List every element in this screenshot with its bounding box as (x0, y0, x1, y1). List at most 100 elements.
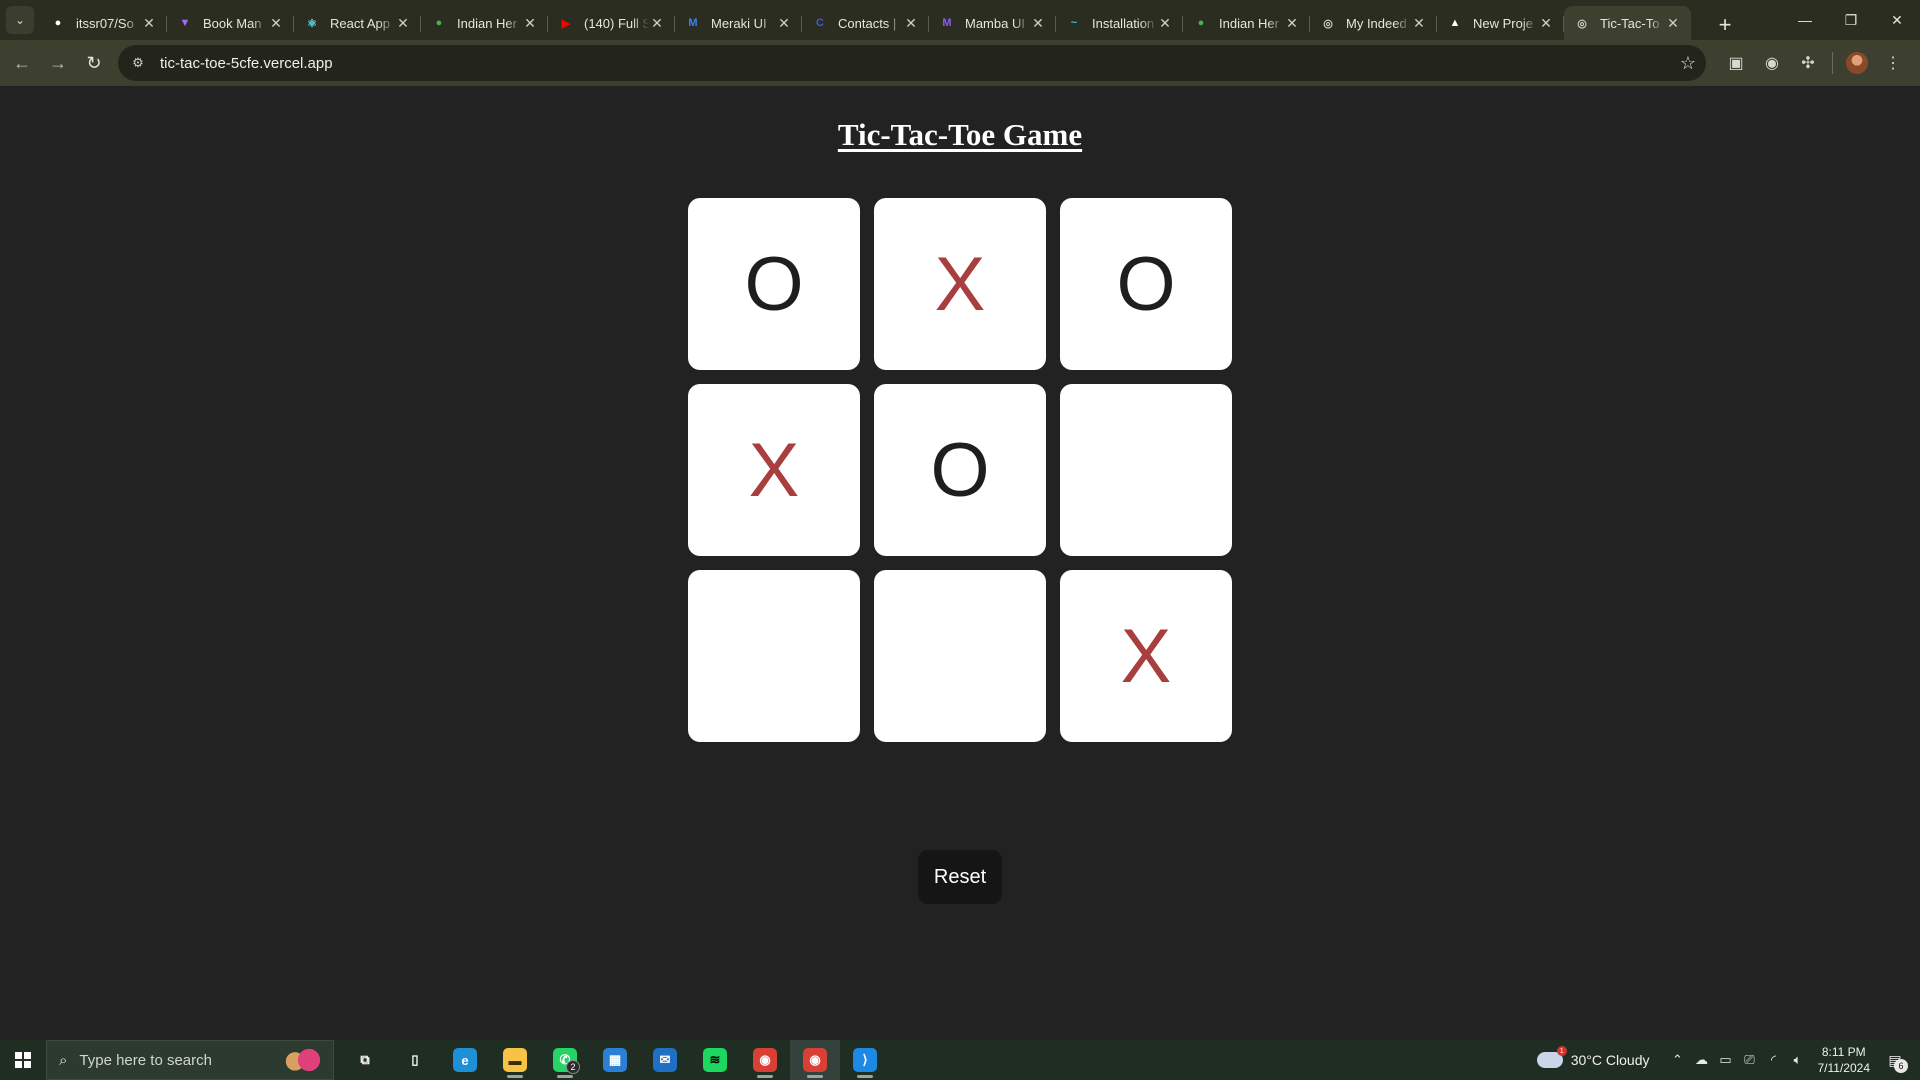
browser-tab[interactable]: ● itssr07/So ✕ (40, 6, 167, 40)
notification-center-icon[interactable]: ▤ 6 (1880, 1045, 1910, 1075)
browser-tab[interactable]: ◎ My Indeed ✕ (1310, 6, 1437, 40)
taskbar-app[interactable]: ≋ (690, 1040, 740, 1080)
browser-tab[interactable]: ● Indian Her ✕ (1183, 6, 1310, 40)
browser-tab[interactable]: ● Indian Her ✕ (421, 6, 548, 40)
taskbar-app[interactable]: ▦ (590, 1040, 640, 1080)
tab-title: Installation (1092, 15, 1155, 31)
taskbar-app[interactable]: ◉ (740, 1040, 790, 1080)
github-icon: ● (54, 17, 62, 29)
onedrive-cloud-icon[interactable]: ☁ (1690, 1052, 1714, 1068)
clock-time: 8:11 PM (1821, 1045, 1866, 1059)
windows-logo-icon (15, 1052, 31, 1068)
browser-tab[interactable]: ▲ New Proje ✕ (1437, 6, 1564, 40)
tab-close-icon[interactable]: ✕ (141, 15, 157, 32)
extension-circle-icon[interactable]: ◉ (1754, 45, 1790, 81)
tab-search-dropdown-icon[interactable]: ⌄ (6, 6, 34, 34)
windows-taskbar: ⌕ Type here to search ⧉ ▯ e ▬ ✆ 2 ▦ ✉ ≋ ◉ ◉ ⟩ 1 30°… (0, 1040, 1920, 1080)
new-tab-button[interactable]: + (1710, 10, 1740, 40)
taskbar-app[interactable]: ◉ (790, 1040, 840, 1080)
taskbar-search-box[interactable]: ⌕ Type here to search (46, 1040, 334, 1080)
board-cell[interactable] (688, 570, 860, 742)
browser-tab[interactable]: C Contacts | ✕ (802, 6, 929, 40)
board-cell[interactable]: X (1060, 570, 1232, 742)
browser-tab[interactable]: ▶ (140) Full S ✕ (548, 6, 675, 40)
reload-icon[interactable]: ↻ (76, 45, 112, 81)
site-info-icon[interactable]: ⚙ (128, 53, 148, 73)
notification-count: 6 (1894, 1059, 1908, 1073)
extension-square-icon[interactable]: ▣ (1718, 45, 1754, 81)
search-placeholder: Type here to search (79, 1051, 212, 1069)
reset-button[interactable]: Reset (918, 850, 1002, 904)
board-cell[interactable]: O (688, 198, 860, 370)
weather-widget[interactable]: 1 30°C Cloudy (1536, 1046, 1650, 1068)
board-cell[interactable]: O (1060, 198, 1232, 370)
globe-icon: ◎ (1323, 17, 1333, 30)
edge-icon: e (453, 1048, 477, 1072)
taskbar-app[interactable]: ✆ 2 (540, 1040, 590, 1080)
clock[interactable]: 8:11 PM 7/11/2024 (1818, 1044, 1871, 1076)
browser-tab[interactable]: ~ Installation ✕ (1056, 6, 1183, 40)
tab-title: My Indeed (1346, 15, 1407, 31)
tab-title: (140) Full S (584, 15, 649, 31)
browser-tab[interactable]: M Mamba UI ✕ (929, 6, 1056, 40)
board-cell[interactable]: X (874, 198, 1046, 370)
browser-tab[interactable]: ◎ Tic-Tac-To ✕ (1564, 6, 1691, 40)
show-hidden-icons-chevron-icon[interactable]: ⌃ (1666, 1052, 1690, 1068)
file-explorer-icon: ▬ (503, 1048, 527, 1072)
board-cell[interactable]: O (874, 384, 1046, 556)
forward-arrow-icon[interactable]: → (40, 45, 76, 81)
url-text[interactable]: tic-tac-toe-5cfe.vercel.app (160, 55, 1680, 72)
taskbar-app[interactable]: ⟩ (840, 1040, 890, 1080)
restore-icon[interactable]: ❐ (1828, 0, 1874, 40)
profile-avatar[interactable] (1839, 45, 1875, 81)
tab-close-icon[interactable]: ✕ (1030, 15, 1046, 32)
browser-tab-bar: ⌄ ● itssr07/So ✕ ▼ Book Man ✕ ⚛ React App ✕ ● Indi… (0, 0, 1920, 40)
bookmark-star-icon[interactable]: ☆ (1680, 53, 1696, 74)
meet-now-icon[interactable]: ⎚ (1738, 1052, 1762, 1068)
tab-close-icon[interactable]: ✕ (1538, 15, 1554, 32)
cloud-icon: 1 (1536, 1046, 1567, 1068)
system-tray: 1 30°C Cloudy ⌃ ☁ ▭ ⎚ ◜ 🔈︎ 8:11 PM 7/11/… (1536, 1044, 1920, 1076)
browser-tab[interactable]: ⚛ React App ✕ (294, 6, 421, 40)
start-button[interactable] (0, 1040, 46, 1080)
game-board: OXOXOX (688, 198, 1232, 742)
tab-close-icon[interactable]: ✕ (1411, 15, 1427, 32)
globe-icon: ● (1197, 17, 1205, 29)
tab-close-icon[interactable]: ✕ (1284, 15, 1300, 32)
tab-close-icon[interactable]: ✕ (268, 15, 284, 32)
tab-close-icon[interactable]: ✕ (1665, 15, 1681, 32)
address-bar[interactable]: ⚙ tic-tac-toe-5cfe.vercel.app ☆ (118, 45, 1706, 81)
board-cell[interactable] (874, 570, 1046, 742)
meraki-icon: M (688, 17, 698, 29)
tab-close-icon[interactable]: ✕ (1157, 15, 1173, 32)
pinned-apps: ⧉ ▯ e ▬ ✆ 2 ▦ ✉ ≋ ◉ ◉ ⟩ (340, 1040, 890, 1080)
taskbar-app[interactable]: ⧉ (340, 1040, 390, 1080)
tab-close-icon[interactable]: ✕ (776, 15, 792, 32)
tab-close-icon[interactable]: ✕ (903, 15, 919, 32)
tab-close-icon[interactable]: ✕ (649, 15, 665, 32)
tab-title: Book Man (203, 15, 262, 31)
browser-tab[interactable]: ▼ Book Man ✕ (167, 6, 294, 40)
taskbar-app[interactable]: ▯ (390, 1040, 440, 1080)
minimize-icon[interactable]: — (1782, 0, 1828, 40)
extensions-puzzle-icon[interactable]: ✣ (1790, 45, 1826, 81)
tab-title: Contacts | (838, 15, 897, 31)
tailwind-icon: ~ (1070, 17, 1078, 29)
taskbar-app[interactable]: ▬ (490, 1040, 540, 1080)
board-cell[interactable] (1060, 384, 1232, 556)
youtube-icon: ▶ (561, 17, 571, 30)
tab-title: React App (330, 15, 390, 31)
taskbar-app[interactable]: e (440, 1040, 490, 1080)
taskbar-app[interactable]: ✉ (640, 1040, 690, 1080)
browser-tab[interactable]: M Meraki UI ✕ (675, 6, 802, 40)
tab-close-icon[interactable]: ✕ (522, 15, 538, 32)
battery-icon[interactable]: ▭ (1714, 1052, 1738, 1068)
app-badge: 2 (566, 1060, 580, 1074)
volume-icon[interactable]: 🔈︎ (1786, 1052, 1810, 1068)
menu-kebab-icon[interactable]: ⋮ (1875, 45, 1911, 81)
wifi-icon[interactable]: ◜ (1762, 1052, 1786, 1068)
board-cell[interactable]: X (688, 384, 860, 556)
back-arrow-icon[interactable]: ← (4, 45, 40, 81)
close-window-icon[interactable]: ✕ (1874, 0, 1920, 40)
tab-close-icon[interactable]: ✕ (395, 15, 411, 32)
